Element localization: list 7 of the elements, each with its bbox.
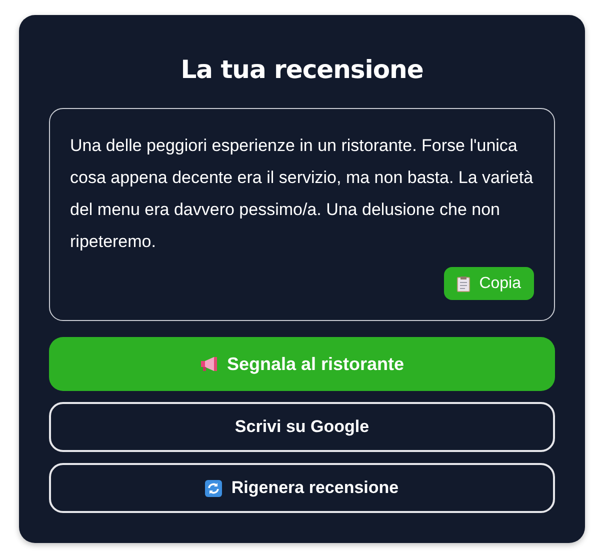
megaphone-icon: [200, 356, 218, 372]
action-button[interactable]: Scrivi su Google: [49, 402, 555, 452]
action-button[interactable]: Rigenera recensione: [49, 463, 555, 513]
review-text: Una delle peggiori esperienze in un ristorante. Forse l'unica cosa appena decente era il servizio, ma non basta. La varietà del menu era davvero pessimo/a. Una delusione che non ripeteremo.: [70, 135, 534, 253]
refresh-icon: [205, 480, 222, 496]
card-title: La tua recensione: [180, 55, 424, 84]
clipboard-icon: [457, 276, 470, 292]
